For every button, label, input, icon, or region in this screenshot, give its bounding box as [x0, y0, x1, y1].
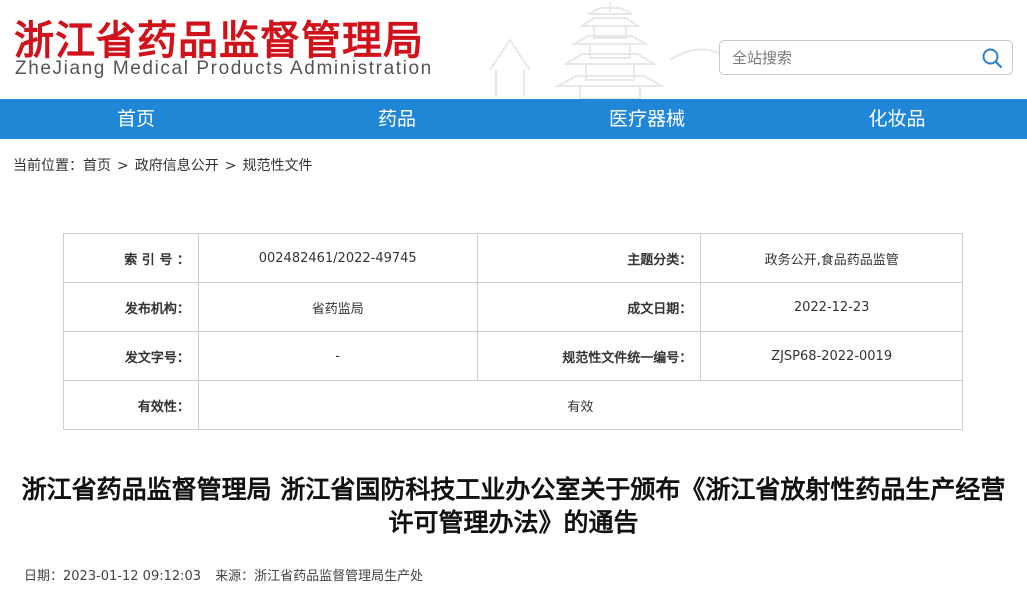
pagoda-watermark-icon — [489, 2, 729, 99]
breadcrumb: 当前位置：首页 > 政府信息公开 > 规范性文件 — [13, 155, 312, 175]
breadcrumb-normative-docs-link[interactable]: 规范性文件 — [242, 158, 312, 174]
code-label: 规范性文件统一编号： — [476, 331, 702, 381]
nav-item-home[interactable]: 首页 — [0, 99, 272, 139]
table-row: 发文字号： - 规范性文件统一编号： ZJSP68-2022-0019 — [63, 331, 963, 381]
search-input[interactable] — [732, 41, 972, 74]
publish-date: 日期：2023-01-12 09:12:03 — [24, 569, 202, 584]
topic-label: 主题分类： — [476, 233, 702, 283]
breadcrumb-gov-info-link[interactable]: 政府信息公开 — [135, 158, 219, 174]
table-row: 有效性： 有效 — [63, 380, 964, 430]
breadcrumb-prefix: 当前位置： — [13, 158, 83, 174]
nav-item-medical-devices[interactable]: 医疗器械 — [522, 99, 772, 139]
index-label: 索 引 号 ： — [63, 233, 199, 283]
breadcrumb-separator: > — [224, 158, 237, 174]
breadcrumb-separator: > — [117, 158, 129, 174]
nav-item-cosmetics[interactable]: 化妆品 — [772, 99, 1022, 139]
index-value: 002482461/2022-49745 — [197, 233, 478, 283]
date-value: 2022-12-23 — [700, 282, 963, 332]
site-subtitle: ZheJiang Medical Products Administration — [15, 58, 433, 79]
table-row: 索 引 号 ： 002482461/2022-49745 主题分类： 政务公开,… — [63, 233, 963, 283]
date-label: 成文日期： — [476, 282, 702, 332]
nav-item-drugs[interactable]: 药品 — [272, 99, 522, 139]
document-meta-table: 索 引 号 ： 002482461/2022-49745 主题分类： 政务公开,… — [63, 233, 964, 430]
search-icon[interactable] — [981, 47, 1003, 69]
search-box — [719, 40, 1013, 75]
docno-label: 发文字号： — [63, 331, 199, 381]
table-row: 发布机构： 省药监局 成文日期： 2022-12-23 — [63, 282, 963, 332]
org-label: 发布机构： — [63, 282, 199, 332]
main-nav: 首页 药品 医疗器械 化妆品 — [0, 99, 1027, 139]
topic-value: 政务公开,食品药品监管 — [700, 233, 963, 283]
breadcrumb-home-link[interactable]: 首页 — [83, 158, 111, 174]
validity-value: 有效 — [197, 380, 964, 430]
document-source: 来源：浙江省药品监督管理局生产处 — [215, 569, 424, 584]
validity-label: 有效性： — [63, 380, 199, 430]
org-value: 省药监局 — [197, 282, 478, 332]
code-value: ZJSP68-2022-0019 — [700, 331, 963, 381]
docno-value: - — [197, 331, 478, 381]
document-meta-line: 日期：2023-01-12 09:12:03 来源：浙江省药品监督管理局生产处 — [24, 565, 423, 584]
site-header: 浙江省药品监督管理局 ZheJiang Medical Products Adm… — [0, 0, 1027, 99]
document-title: 浙江省药品监督管理局 浙江省国防科技工业办公室关于颁布《浙江省放射性药品生产经营… — [21, 475, 1006, 537]
